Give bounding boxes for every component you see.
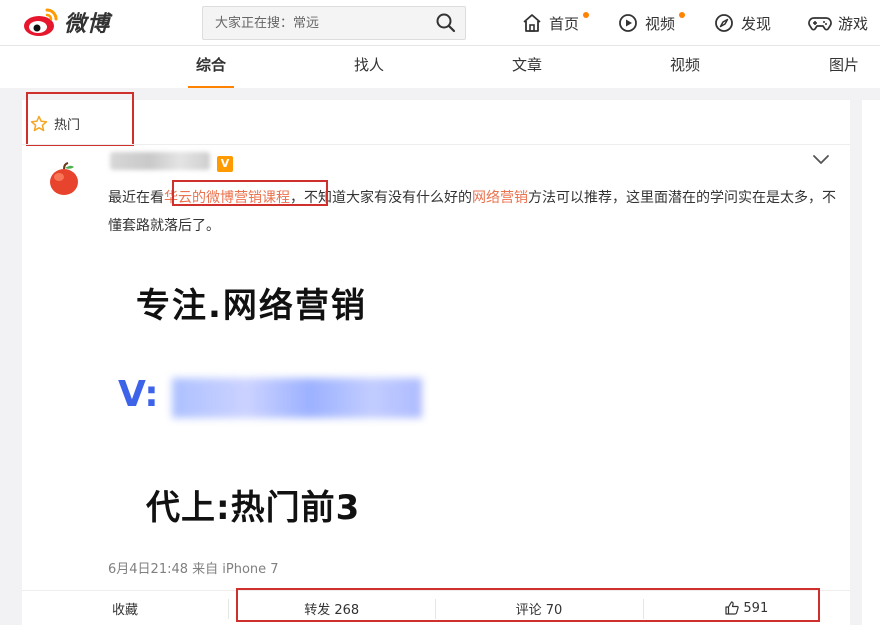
notification-dot [679,12,685,18]
nav-games[interactable]: 游戏 [808,10,868,36]
compass-icon [715,14,733,32]
weibo-logo[interactable]: 微博 [22,6,110,38]
weibo-logo-icon [24,8,58,36]
image-text-line3: 代上:热门前3 [146,488,361,528]
contact-blurred [172,378,422,418]
nav-home[interactable]: 首页 [521,10,589,36]
tab-all[interactable]: 综合 [187,54,235,88]
image-text-line2: V: [118,374,159,415]
nav-video[interactable]: 视频 [617,10,685,36]
home-icon [523,14,541,32]
nav-discover-label: 发现 [741,14,772,33]
image-text-line1: 专注.网络营销 [136,286,367,326]
username-blurred[interactable] [110,152,210,170]
tab-articles[interactable]: 文章 [512,54,542,88]
tab-people[interactable]: 找人 [354,54,384,88]
post-text-part: 最近在看 [108,190,164,206]
tab-images[interactable]: 图片 [829,54,859,88]
topic-link[interactable]: 网络营销 [472,190,528,206]
search-tabs: 综合 找人 文章 视频 图片 [0,46,880,88]
right-sidebar [862,100,880,625]
post-card: 热门 V 最近在看华云的微博营销课程，不知道大家有没有什么好的网络营销方法可以推… [22,92,850,625]
avatar[interactable] [46,161,82,197]
notification-dot [583,12,589,18]
chevron-down-icon[interactable] [812,152,830,166]
tab-videos[interactable]: 视频 [670,54,700,88]
search-icon[interactable] [435,12,457,34]
nav-video-label: 视频 [645,14,676,33]
video-icon [619,14,637,32]
favorite-button[interactable]: 收藏 [22,591,228,625]
top-navbar: 微博 首页 视频 发现 [0,0,880,46]
divider [22,144,850,145]
annotation-box-hot [26,92,134,146]
search-box [202,6,466,40]
nav-home-label: 首页 [549,14,580,33]
search-input[interactable] [203,7,423,39]
gamepad-icon [808,17,832,31]
favorite-label: 收藏 [111,602,138,618]
annotation-box-course [172,180,328,206]
nav-games-label: 游戏 [838,14,869,33]
annotation-box-actions [236,588,820,622]
nav-discover[interactable]: 发现 [713,10,771,36]
post-meta: 6月4日21:48 来自 iPhone 7 [108,562,279,577]
logo-text: 微博 [64,12,111,37]
verified-badge: V [217,156,233,172]
